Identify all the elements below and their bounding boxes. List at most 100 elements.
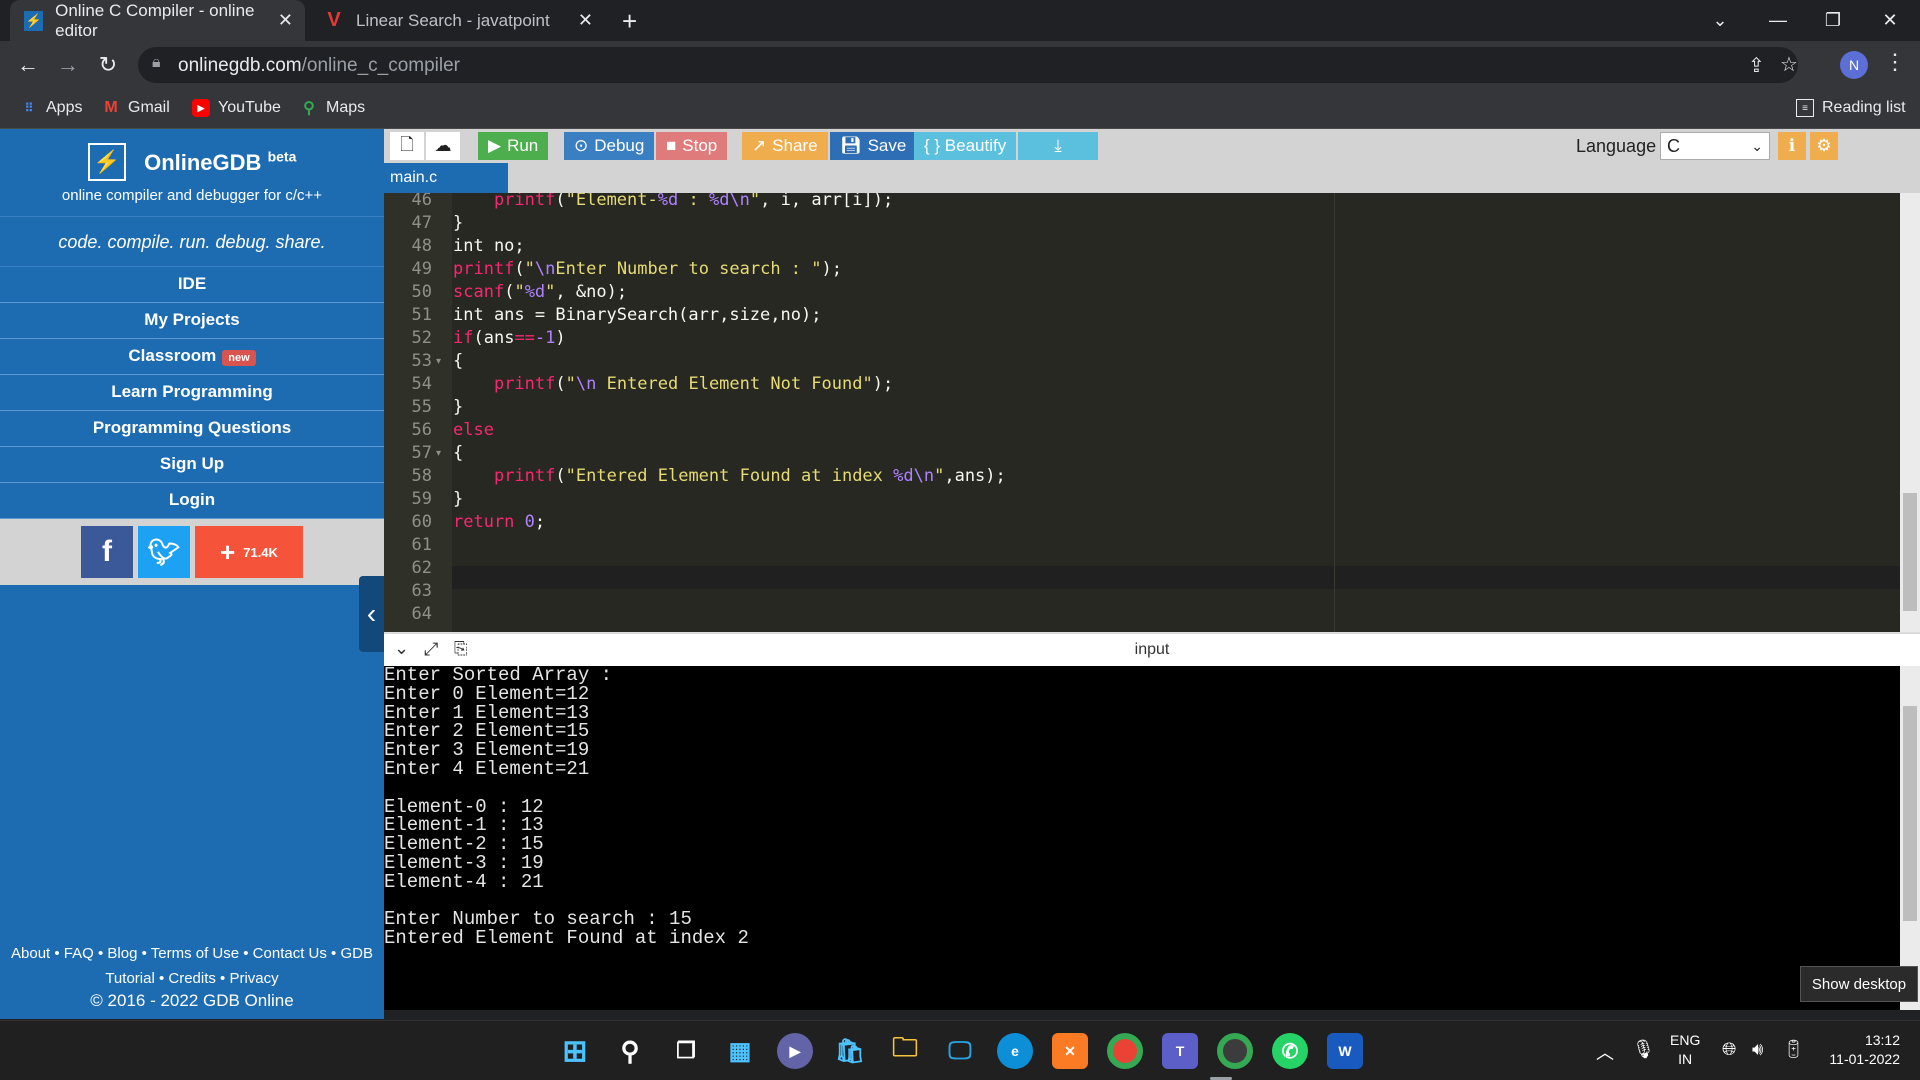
show-desktop-tooltip: Show desktop [1800,966,1918,1002]
tab-main-c[interactable]: main.c [384,163,508,193]
xampp-icon[interactable]: ✕ [1052,1033,1088,1069]
line-number: 47 [411,213,432,233]
social-share-bar: f 🐦︎ +71.4K [0,519,384,585]
code-line: int ans = BinarySearch(arr,size,no); [453,305,822,325]
language-select[interactable]: C ⌄ [1660,132,1770,160]
chrome-profile-icon[interactable] [1217,1033,1253,1069]
footer-links[interactable]: About • FAQ • Blog • Terms of Use • Cont… [0,941,384,991]
console-line: Element-4 : 21 [384,870,544,893]
bookmark-maps[interactable]: ⚲ Maps [300,99,365,117]
bookmark-apps[interactable]: ⠿ Apps [20,99,83,117]
reading-list[interactable]: ≡ Reading list [1796,99,1906,117]
chrome-icon[interactable] [1107,1033,1143,1069]
back-icon[interactable]: ← [12,49,44,81]
code-line: { [453,351,464,371]
console-output[interactable]: Enter Sorted Array : Enter 0 Element=12 En… [384,666,1920,1010]
chat-icon[interactable]: ▶ [777,1033,813,1069]
save-button[interactable]: 💾︎ Save [830,132,917,160]
fold-arrow-icon[interactable]: ▾ [436,356,441,367]
scrollbar-thumb[interactable] [1903,493,1917,611]
brand-header: ⚡ OnlineGDB beta online compiler and deb… [0,129,384,217]
share-count-button[interactable]: +71.4K [195,526,303,578]
stop-button[interactable]: ■ Stop [656,132,728,160]
menu-sign-up[interactable]: Sign Up [0,447,384,483]
minimize-icon[interactable]: — [1750,0,1806,41]
code-line: { [453,443,464,463]
share-icon[interactable]: ⇪ [1748,53,1765,78]
clock[interactable]: 13:12 11-01-2022 [1820,1031,1900,1069]
tab-linear-search[interactable]: V Linear Search - javatpoint ✕ [310,0,605,41]
menu-kebab-icon[interactable]: ⋮ [1884,49,1906,75]
store-icon[interactable]: 🛍︎ [832,1033,868,1069]
upload-icon[interactable]: ☁︎ [426,132,460,160]
download-icon[interactable]: ⤓ [1018,132,1098,160]
close-icon[interactable]: ✕ [578,10,593,31]
reload-icon[interactable]: ↻ [92,49,124,81]
whatsapp-icon[interactable]: ✆ [1272,1033,1308,1069]
profile-avatar[interactable]: N [1840,51,1868,79]
star-icon[interactable]: ☆ [1780,52,1798,77]
tab-online-c-compiler[interactable]: ⚡ Online C Compiler - online editor ✕ [10,0,305,41]
line-number: 57 [411,443,432,463]
restore-icon[interactable]: ❐ [1805,0,1861,41]
brand-subtitle: online compiler and debugger for c/c++ [61,187,323,204]
code-line: return 0; [453,512,546,532]
brand-name[interactable]: OnlineGDB beta [144,148,296,174]
language-indicator[interactable]: ENG IN [1670,1031,1700,1069]
fold-arrow-icon[interactable]: ▾ [436,448,441,459]
volume-icon[interactable]: 🔊︎ [1752,1039,1763,1060]
line-number: 46 [411,193,432,210]
menu-login[interactable]: Login [0,483,384,519]
debug-button[interactable]: ⊙ Debug [564,132,655,160]
console-line: Enter 4 Element=21 [384,758,590,780]
window-close-icon[interactable]: ✕ [1862,0,1918,41]
word-icon[interactable]: W [1327,1033,1363,1069]
address-bar[interactable]: 🔒︎ onlinegdb.com/online_c_compiler ⇪ ☆ [138,47,1798,83]
settings-gear-icon[interactable]: ⚙ [1810,132,1838,160]
tray-chevron-icon[interactable]: ︿ [1596,1039,1614,1065]
new-file-icon[interactable]: 🗋︎ [390,132,424,160]
facebook-icon[interactable]: f [81,526,133,578]
new-tab-icon[interactable]: + [622,6,637,37]
scrollbar-thumb[interactable] [1903,706,1917,921]
bookmark-gmail[interactable]: M Gmail [102,99,169,117]
teams-icon[interactable]: T [1162,1033,1198,1069]
edge-icon[interactable]: e [997,1033,1033,1069]
line-number: 53 [411,351,432,371]
share-button[interactable]: ↗ Share [742,132,828,160]
beautify-button[interactable]: { } Beautify [914,132,1017,160]
menu-my-projects[interactable]: My Projects [0,303,384,339]
info-icon[interactable]: ℹ [1778,132,1806,160]
run-button[interactable]: ▶ Run [478,132,549,160]
console-scrollbar[interactable] [1900,666,1920,1010]
code-line: printf("Entered Element Found at index %… [493,466,1006,486]
collapse-sidebar-icon[interactable]: ‹ [359,576,384,652]
menu-classroom[interactable]: Classroom new [0,339,384,375]
line-number: 51 [411,305,432,325]
network-icon[interactable]: 🌐︎ [1722,1039,1736,1060]
line-number: 52 [411,328,432,348]
task-view-icon[interactable]: ❐ [668,1033,704,1069]
battery-icon[interactable]: 🔋︎ [1782,1039,1805,1060]
search-icon[interactable]: ⚲ [612,1033,648,1069]
current-line-highlight [452,566,1900,589]
twitter-icon[interactable]: 🐦︎ [138,526,190,578]
menu-ide[interactable]: IDE [0,267,384,303]
microphone-icon[interactable]: 🎙︎ [1632,1039,1655,1060]
editor-scrollbar[interactable] [1900,193,1920,632]
menu-learn-programming[interactable]: Learn Programming [0,375,384,411]
onlinegdb-logo-icon: ⚡ [87,143,126,181]
file-explorer-icon[interactable]: 🗀︎ [887,1032,923,1069]
forward-icon[interactable]: → [52,49,84,81]
code-line: printf("\nEnter Number to search : "); [453,259,842,279]
code-editor[interactable]: 46 47 48 49 50 51 52 53 ▾ 54 55 56 57 ▾ 58 59 60 61 62 63 64… [384,193,1920,632]
tab-search-icon[interactable]: ⌄ [1692,0,1748,41]
windows-start-icon[interactable]: ⊞ [557,1033,593,1069]
menu-programming-questions[interactable]: Programming Questions [0,411,384,447]
widgets-icon[interactable]: ▦ [722,1033,758,1069]
bookmark-youtube[interactable]: ▶ YouTube [192,99,281,117]
remote-desktop-icon[interactable]: 🖵︎ [942,1033,978,1069]
close-icon[interactable]: ✕ [278,10,293,31]
share-icon: ↗ [752,136,767,155]
code-line: if(ans==-1) [453,328,566,348]
